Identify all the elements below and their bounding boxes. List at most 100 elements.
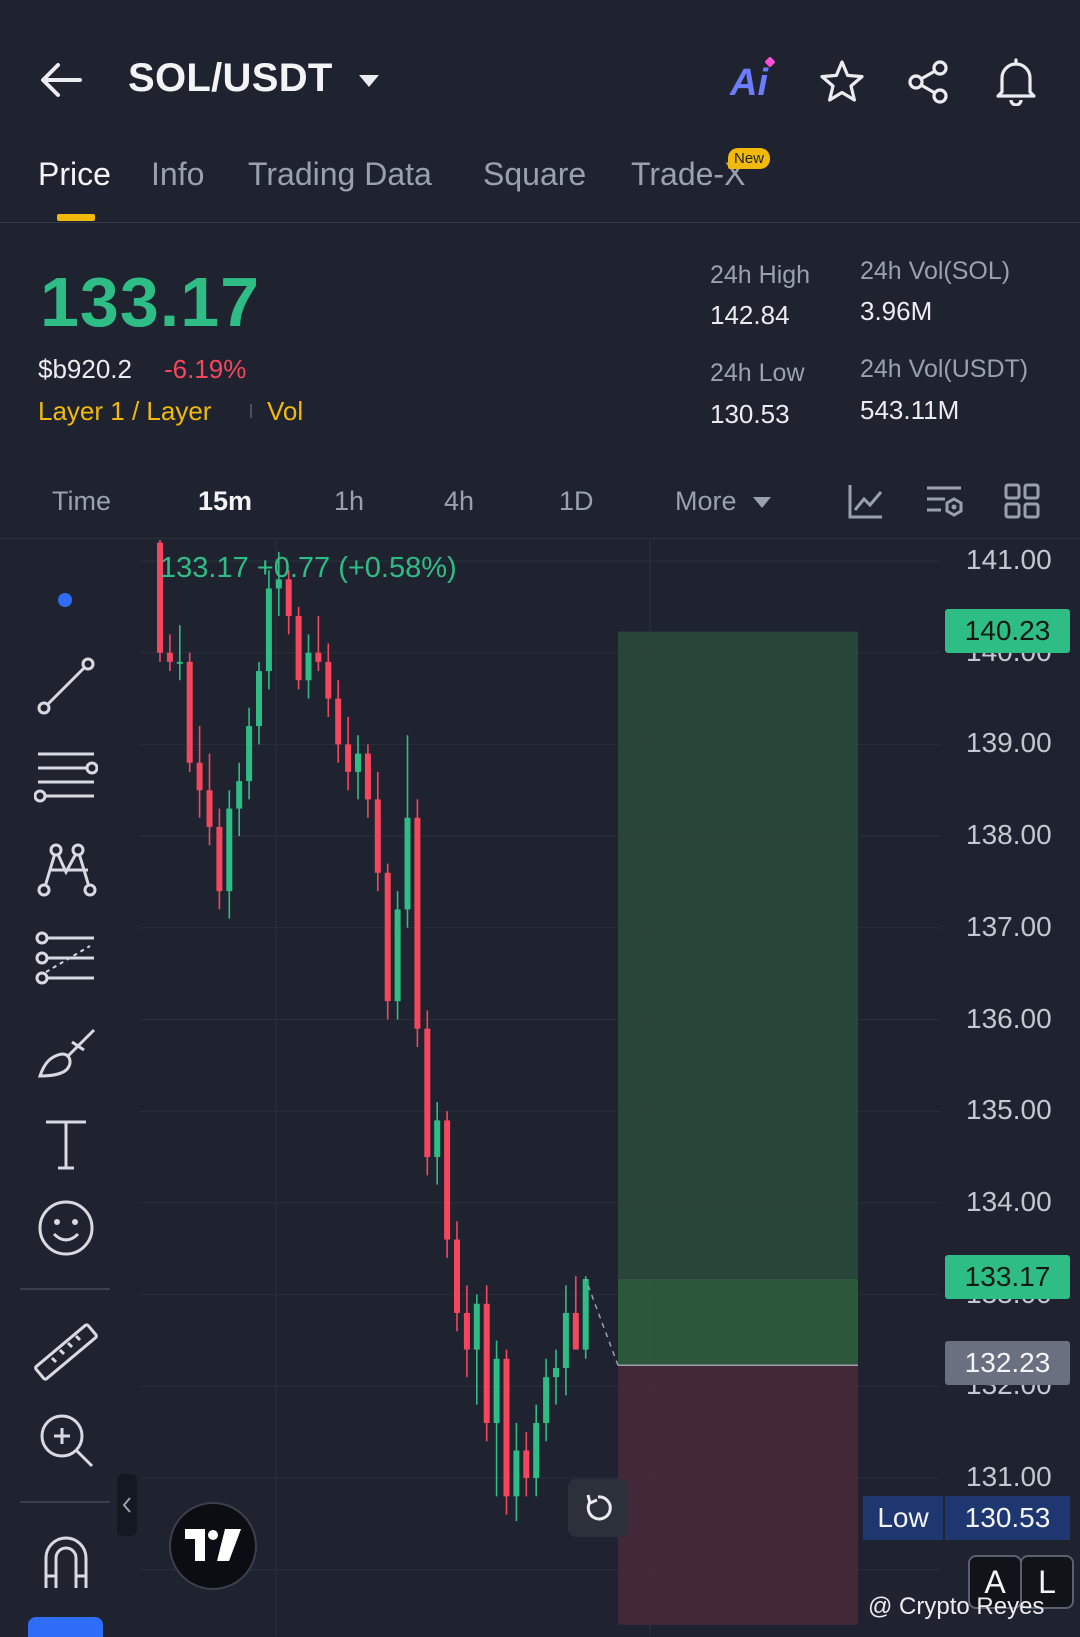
tab-price[interactable]: Price [38,156,111,193]
tab-info[interactable]: Info [151,156,204,193]
candle-body [513,1450,520,1497]
stat-24h-vol-quote-value: 543.11M [860,395,960,425]
candle-body [562,1312,569,1368]
chevron-left-icon [122,1497,131,1513]
refresh-icon [586,1494,612,1521]
pattern-tool-icon[interactable] [34,836,98,900]
candlestick-chart[interactable] [140,540,940,1635]
projection-line [584,1278,619,1366]
category-tag-vol[interactable]: Vol [267,396,303,427]
timeframe-time[interactable]: Time [52,486,111,517]
star-icon[interactable] [818,58,866,106]
candle-body [463,1312,470,1350]
y-axis-tick-label: 138.00 [966,819,1052,851]
stat-24h-low-value: 130.53 [710,399,790,429]
fibonacci-tool-icon[interactable] [34,928,98,992]
zoom-in-icon[interactable] [34,1408,98,1472]
current-price-tag: 133.17 [945,1255,1070,1299]
timeframe-1d[interactable]: 1D [559,486,594,517]
candle-body [414,817,421,1029]
timeframe-more[interactable]: More [675,486,737,517]
low-marker-value: 130.53 [945,1496,1070,1540]
candle-body [473,1303,480,1350]
tradingview-logo-icon [185,1529,241,1561]
y-axis-tick-label: 137.00 [966,910,1052,942]
loss-zone [618,1365,858,1625]
candle-body [384,872,391,1002]
chevron-down-icon[interactable] [752,496,772,510]
last-price: 133.17 [40,263,261,341]
tab-square[interactable]: Square [483,156,586,193]
candle-body [236,781,243,809]
brush-tool-icon[interactable] [34,1020,98,1084]
candle-body [335,698,342,745]
pair-selector[interactable]: SOL/USDT [128,56,333,101]
candle-body [256,671,262,727]
tag-separator [250,404,252,418]
bell-icon[interactable] [992,56,1040,106]
lock-drawings-button[interactable] [28,1617,103,1637]
candle-body [355,753,361,772]
chevron-down-icon[interactable] [358,74,380,88]
reset-chart-button[interactable] [568,1479,628,1537]
current-gain-zone [618,1279,858,1366]
emoji-tool-icon[interactable] [34,1196,98,1260]
candle-body [572,1312,579,1350]
y-axis-tick-label: 134.00 [966,1185,1052,1217]
candle-body [582,1279,589,1350]
timeframe-1h[interactable]: 1h [334,486,364,517]
stat-24h-high-value: 142.84 [710,300,790,330]
layout-grid-icon[interactable] [1004,483,1040,519]
ai-assistant-icon[interactable]: Ai [730,62,768,105]
candle-body [493,1358,500,1423]
back-arrow-icon[interactable] [38,60,86,100]
chart-settings-icon[interactable] [925,482,965,520]
stat-24h-vol-base-label: 24h Vol(SOL) [860,257,1011,285]
candle-body [523,1450,530,1478]
new-badge: New [728,148,771,169]
candle-body [176,661,183,664]
timeframe-15m[interactable]: 15m [198,486,252,517]
candle-body [186,661,193,763]
y-axis-tick-label: 136.00 [966,1002,1052,1034]
y-axis-tick-label: 135.00 [966,1094,1052,1126]
toolbar-collapse-handle[interactable] [117,1474,137,1536]
tab-trading-data[interactable]: Trading Data [248,156,432,193]
text-tool-icon[interactable] [34,1112,98,1176]
category-tag-layer[interactable]: Layer 1 / Layer [38,396,211,427]
candle-body [483,1303,490,1423]
candle-body [434,1120,441,1158]
candle-body [444,1120,451,1240]
ruler-tool-icon[interactable] [34,1320,98,1384]
candle-body [216,826,223,892]
watermark: @ Crypto Reyes [868,1593,1045,1620]
candle-body [305,652,312,681]
profit-zone [618,631,858,1366]
candle-body [226,808,233,892]
y-axis-tick-label: 131.00 [966,1461,1052,1492]
timeframe-4h[interactable]: 4h [444,486,474,517]
ohlc-readout: 133.17 +0.77 (+0.58%) [160,552,457,584]
y-axis-tick-label: 139.00 [966,727,1052,759]
share-icon[interactable] [904,58,952,106]
magnet-icon[interactable] [34,1530,98,1594]
trend-line-tool-icon[interactable] [34,654,98,718]
candle-body [374,799,381,873]
toolbar-divider [20,1501,110,1503]
candle-body [315,652,322,662]
stat-24h-vol-base-value: 3.96M [860,296,933,326]
candle-body [394,909,401,1002]
candle-body [503,1358,510,1497]
stat-24h-vol-quote-label: 24h Vol(USDT) [860,355,1029,383]
candle-body [533,1422,540,1478]
active-tab-indicator [57,214,95,221]
price-change-percent: -6.19% [164,354,247,384]
stat-24h-low-label: 24h Low [710,359,805,387]
candle-body [325,661,332,699]
tradingview-logo[interactable] [169,1502,257,1590]
divider [0,538,1080,539]
indicator-chart-icon[interactable] [847,482,885,520]
horizontal-lines-tool-icon[interactable] [34,744,98,808]
divider [0,222,1080,223]
candle-body [265,588,272,672]
